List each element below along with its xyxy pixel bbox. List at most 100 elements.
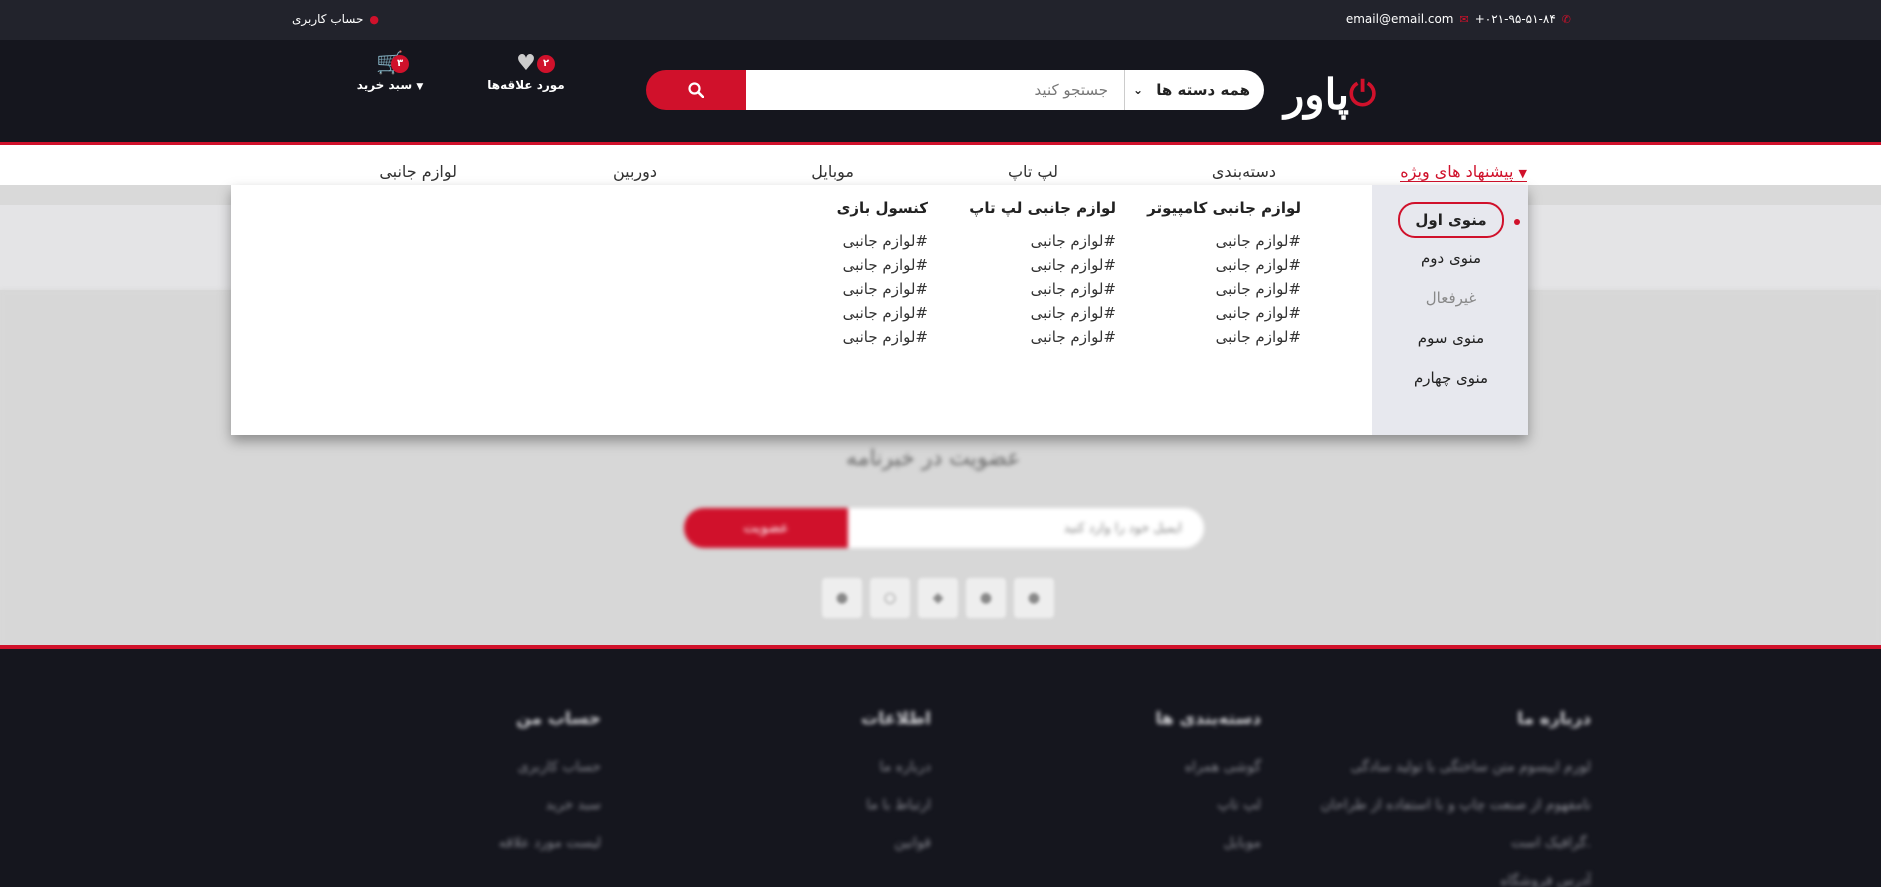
cart-count-badge: ۳ [391, 55, 409, 73]
social-icon[interactable]: ● [1014, 578, 1054, 618]
mega-link[interactable]: #لوازم جانبی [969, 325, 1116, 349]
mega-side-item-disabled: غیرفعال [1425, 289, 1477, 307]
main-nav: پیشنهاد های ویژه ▼ دسته‌بندی لپ تاپ موبا… [0, 145, 1881, 185]
active-dot-icon [1514, 219, 1520, 225]
footer-col-categories: دسته‌بندی ها گوشی همراه لپ تاپ موبایل [1061, 709, 1261, 873]
category-select-label: همه دسته ها [1156, 81, 1250, 99]
footer-col-title: درباره ما [1517, 709, 1591, 729]
social-links: ● ○ ◆ ● ● [822, 578, 1054, 618]
contact-info: email@email.com ✉ +۰۲۱-۹۵-۵۱-۸۴ ✆ [1346, 12, 1571, 26]
footer: درباره ما لورم ایپسوم متن ساختگی با تولی… [0, 649, 1881, 887]
footer-text: نامفهوم از صنعت چاپ و با استفاده از طراح… [1320, 797, 1591, 813]
user-icon: ● [369, 12, 380, 26]
caret-down-icon: ▼ [1518, 167, 1527, 180]
mega-side-item-third[interactable]: منوی سوم [1398, 329, 1504, 347]
newsletter-email-input[interactable]: ایمیل خود را وارد کنید [848, 508, 1204, 548]
footer-link[interactable]: درباره ما [731, 759, 931, 775]
footer-text[interactable]: آدرس فروشگاه [1291, 873, 1591, 887]
heart-icon: ♥ [516, 51, 536, 76]
wishlist-count-badge: ۲ [537, 55, 555, 73]
search-bar: ⌄ همه دسته ها [646, 70, 1264, 110]
mega-link[interactable]: #لوازم جانبی [969, 229, 1116, 253]
mega-column-computer: لوازم جانبی کامپیوتر #لوازم جانبی #لوازم… [1147, 199, 1301, 349]
account-label: حساب کاربری [292, 12, 364, 26]
phone-text[interactable]: +۰۲۱-۹۵-۵۱-۸۴ [1475, 12, 1556, 26]
footer-link[interactable]: لپ تاپ [1061, 797, 1261, 813]
mega-column-title: لوازم جانبی کامپیوتر [1147, 199, 1301, 217]
email-text[interactable]: email@email.com [1346, 12, 1454, 26]
footer-link[interactable]: سبد خرید [401, 797, 601, 813]
footer-link[interactable]: موبایل [1061, 835, 1261, 851]
social-icon[interactable]: ● [822, 578, 862, 618]
nav-item-label: پیشنهاد های ویژه [1400, 162, 1514, 181]
envelope-icon: ✉ [1459, 12, 1469, 26]
footer-col-info: اطلاعات درباره ما ارتباط با ما قوانین [731, 709, 931, 873]
power-icon: ⏻ [1349, 74, 1376, 114]
nav-item-mobile[interactable]: موبایل [811, 162, 854, 181]
category-select[interactable]: ⌄ همه دسته ها [1124, 70, 1264, 110]
cart-icon: 🛒 [376, 51, 404, 76]
footer-col-about: درباره ما لورم ایپسوم متن ساختگی با تولی… [1291, 709, 1591, 887]
cart-label: سبد خرید [356, 78, 413, 92]
mega-link[interactable]: #لوازم جانبی [1147, 229, 1301, 253]
footer-col-title: اطلاعات [861, 709, 931, 729]
mega-link[interactable]: #لوازم جانبی [969, 301, 1116, 325]
search-input[interactable] [746, 70, 1124, 110]
newsletter-placeholder: ایمیل خود را وارد کنید [1063, 520, 1182, 536]
newsletter-submit-button[interactable]: عضویت [684, 508, 848, 548]
chevron-down-icon: ⌄ [1133, 83, 1144, 97]
nav-item-special-offers[interactable]: پیشنهاد های ویژه ▼ [1400, 162, 1527, 182]
mega-side-item-first[interactable]: منوی اول [1398, 202, 1504, 238]
cart-button[interactable]: 🛒 سبد خرید ▼ ۳ [345, 50, 435, 92]
mega-column-laptop: لوازم جانبی لپ تاپ #لوازم جانبی #لوازم ج… [969, 199, 1116, 349]
caret-down-icon: ▼ [416, 82, 424, 92]
mega-link[interactable]: #لوازم جانبی [969, 253, 1116, 277]
logo-text: پاور [1284, 69, 1350, 119]
mega-side-item-second[interactable]: منوی دوم [1398, 249, 1504, 267]
footer-text: لورم ایپسوم متن ساختگی با تولید سادگی [1350, 759, 1591, 775]
mega-menu-sidebar: منوی اول منوی دوم غیرفعال منوی سوم منوی … [1372, 185, 1528, 435]
footer-col-account: حساب من حساب کاربری سبد خرید لیست مورد ع… [401, 709, 601, 873]
wishlist-button[interactable]: ♥ مورد علاقه‌ها ۲ [481, 50, 571, 92]
footer-text: گرافیک است. [1511, 835, 1591, 851]
mega-link[interactable]: #لوازم جانبی [837, 325, 928, 349]
mega-link[interactable]: #لوازم جانبی [837, 277, 928, 301]
account-link[interactable]: حساب کاربری ● [292, 12, 379, 26]
mega-link[interactable]: #لوازم جانبی [1147, 277, 1301, 301]
newsletter-form: عضویت ایمیل خود را وارد کنید [684, 508, 1204, 548]
mega-link[interactable]: #لوازم جانبی [969, 277, 1116, 301]
mega-column-title: لوازم جانبی لپ تاپ [969, 199, 1116, 217]
mega-link[interactable]: #لوازم جانبی [837, 229, 928, 253]
search-button[interactable] [646, 70, 746, 110]
footer-link[interactable]: حساب کاربری [401, 759, 601, 775]
mega-menu: منوی اول منوی دوم غیرفعال منوی سوم منوی … [231, 185, 1528, 435]
nav-item-camera[interactable]: دوربین [613, 162, 657, 181]
logo[interactable]: پاور ⏻ [1284, 64, 1384, 124]
footer-link[interactable]: گوشی همراه [1061, 759, 1261, 775]
footer-link[interactable]: لیست مورد علاقه [401, 835, 601, 851]
social-icon[interactable]: ● [966, 578, 1006, 618]
newsletter-button-label: عضویت [743, 520, 789, 536]
wishlist-label: مورد علاقه‌ها [487, 78, 565, 92]
mega-link[interactable]: #لوازم جانبی [1147, 325, 1301, 349]
nav-item-laptop[interactable]: لپ تاپ [1008, 162, 1058, 181]
social-icon[interactable]: ○ [870, 578, 910, 618]
mega-side-item-fourth[interactable]: منوی چهارم [1398, 369, 1504, 387]
nav-item-accessories[interactable]: لوازم جانبی [379, 162, 457, 181]
phone-icon: ✆ [1561, 12, 1571, 26]
mega-column-title: کنسول بازی [836, 199, 928, 217]
mega-link[interactable]: #لوازم جانبی [1147, 253, 1301, 277]
mega-link[interactable]: #لوازم جانبی [1147, 301, 1301, 325]
mega-link[interactable]: #لوازم جانبی [837, 253, 928, 277]
footer-link[interactable]: ارتباط با ما [731, 797, 931, 813]
nav-item-categories[interactable]: دسته‌بندی [1212, 162, 1276, 181]
newsletter-title: عضویت در خبرنامه [846, 446, 1021, 471]
footer-col-title: حساب من [516, 709, 601, 729]
social-icon[interactable]: ◆ [918, 578, 958, 618]
footer-link[interactable]: قوانین [731, 835, 931, 851]
search-icon [688, 82, 704, 98]
footer-col-title: دسته‌بندی ها [1155, 709, 1261, 729]
mega-link[interactable]: #لوازم جانبی [837, 301, 928, 325]
mega-column-console: کنسول بازی #لوازم جانبی #لوازم جانبی #لو… [837, 199, 928, 349]
top-bar: email@email.com ✉ +۰۲۱-۹۵-۵۱-۸۴ ✆ حساب ک… [0, 0, 1881, 40]
